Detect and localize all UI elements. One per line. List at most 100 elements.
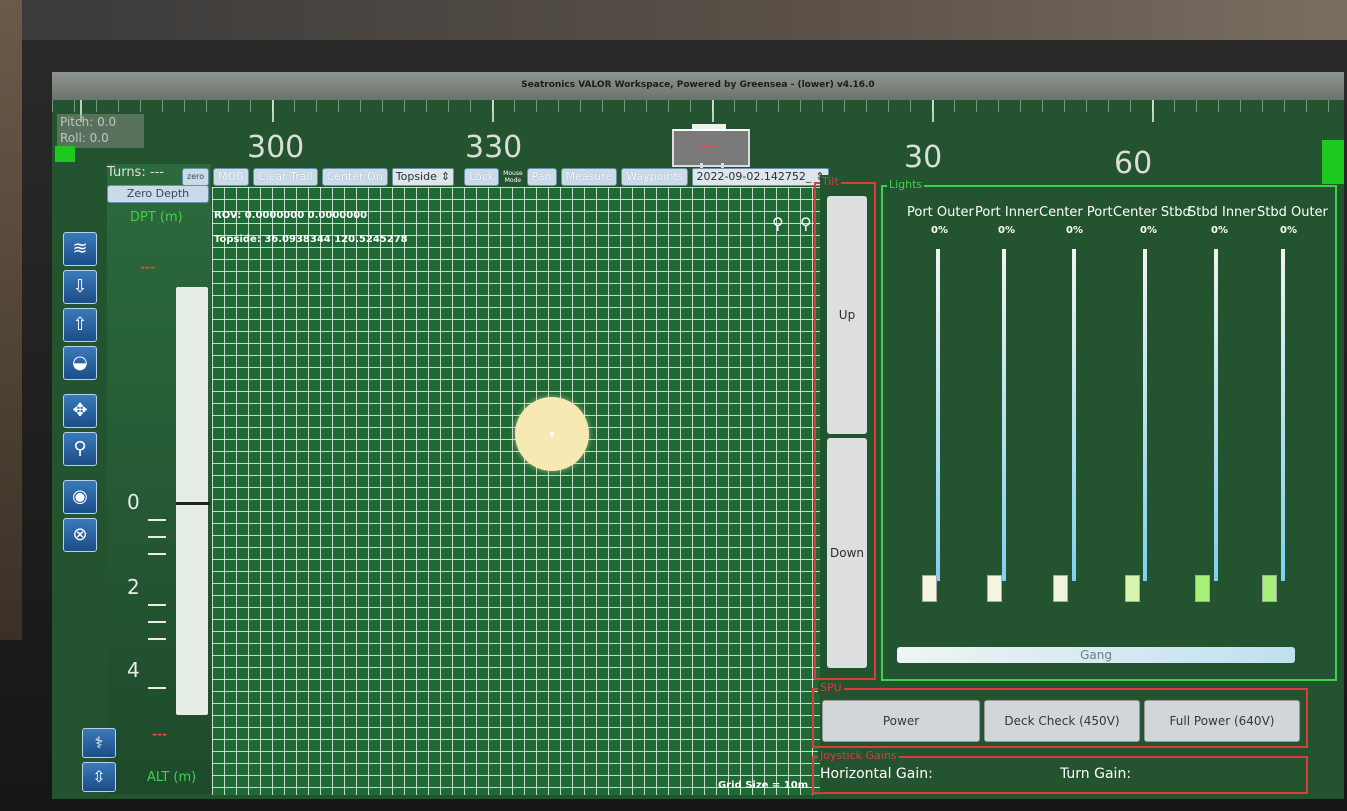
light-slider-thumb[interactable] bbox=[922, 575, 937, 602]
zero-turns-button[interactable]: zero bbox=[182, 168, 210, 186]
waypoints-button[interactable]: Waypoints bbox=[621, 168, 689, 186]
diagnostics-icon[interactable]: ⚕ bbox=[82, 728, 116, 758]
depth-tick bbox=[148, 553, 166, 555]
altitude-value: --- bbox=[152, 727, 167, 741]
hold-icon[interactable]: ◉ bbox=[63, 480, 97, 514]
tilt-group: Tilt Up Down bbox=[814, 175, 876, 680]
light-slider-track[interactable] bbox=[1002, 249, 1006, 581]
light-percent: 0% bbox=[1280, 225, 1297, 236]
background-left bbox=[0, 0, 22, 640]
depth-tick bbox=[148, 519, 166, 521]
altitude-hold-icon[interactable]: ⇧ bbox=[63, 308, 97, 342]
light-slider-thumb[interactable] bbox=[1262, 575, 1277, 602]
topside-marker[interactable] bbox=[515, 397, 589, 471]
light-name: Port Inner bbox=[975, 205, 1039, 220]
depth-scale-label: 4 bbox=[127, 658, 140, 682]
topside-position: Topside: 36.0938344 120.5245278 bbox=[214, 234, 408, 245]
lights-group: Lights Port Outer Port Inner Center Port… bbox=[881, 178, 1337, 681]
depth-scale-label: 2 bbox=[127, 575, 140, 599]
depth-tick bbox=[148, 638, 166, 640]
status-indicator-left bbox=[55, 146, 75, 162]
depth-gauge-marker bbox=[176, 502, 210, 505]
mouse-mode-label-line: Mode bbox=[504, 177, 522, 184]
compass-tick-label: 300 bbox=[247, 130, 305, 165]
depth-value: --- bbox=[140, 260, 155, 274]
joystick-gains-group: Joystick Gains Horizontal Gain: Turn Gai… bbox=[812, 749, 1308, 794]
measure-button[interactable]: Measure bbox=[560, 168, 618, 186]
heading-mode-icon[interactable]: ≋ bbox=[63, 232, 97, 266]
deck-check-button[interactable]: Deck Check (450V) bbox=[984, 700, 1140, 742]
map-toolbar: zero MOB Clear Trail Center On Topside ⇕ … bbox=[182, 168, 829, 186]
lights-label: Lights bbox=[887, 178, 925, 191]
clear-trail-button[interactable]: Clear Trail bbox=[252, 168, 318, 186]
light-slider-thumb[interactable] bbox=[1053, 575, 1068, 602]
log-file-select[interactable]: 2022-09-02.142752_⇕ bbox=[692, 168, 829, 186]
light-name: Stbd Outer bbox=[1257, 205, 1328, 220]
light-slider-track[interactable] bbox=[1281, 249, 1285, 581]
compass-tick-label: 30 bbox=[904, 140, 943, 175]
light-slider-track[interactable] bbox=[1072, 249, 1076, 581]
tilt-down-button[interactable]: Down bbox=[827, 438, 867, 668]
mob-button[interactable]: MOB bbox=[213, 168, 249, 186]
tool-icon[interactable]: ⚲ bbox=[63, 432, 97, 466]
turn-gain-label: Turn Gain: bbox=[1060, 766, 1132, 782]
light-slider-track[interactable] bbox=[936, 249, 940, 581]
spu-label: SPU bbox=[818, 681, 844, 694]
center-on-button[interactable]: Center On bbox=[321, 168, 388, 186]
mouse-mode-label-line: Mouse bbox=[503, 170, 523, 177]
tilt-label: Tilt bbox=[820, 175, 841, 188]
heading-indicator: --- bbox=[672, 129, 750, 167]
power-button[interactable]: Power bbox=[822, 700, 980, 742]
light-name: Port Outer bbox=[907, 205, 974, 220]
rov-position: ROV: 0.0000000 0.0000000 bbox=[214, 210, 368, 221]
pan-button[interactable]: Pan bbox=[526, 168, 557, 186]
horizontal-gain-label: Horizontal Gain: bbox=[820, 766, 933, 782]
depth-scale-label: 0 bbox=[127, 490, 140, 514]
zoom-in-icon[interactable]: ⚲ bbox=[772, 214, 788, 233]
depth-tick bbox=[148, 621, 166, 623]
light-name: Center Port bbox=[1039, 205, 1113, 220]
mouse-mode-label: Mouse Mode bbox=[503, 170, 522, 184]
heading-value: --- bbox=[700, 139, 717, 154]
lock-button[interactable]: Lock bbox=[464, 168, 500, 186]
compass-tick-label: 330 bbox=[465, 130, 523, 165]
light-percent: 0% bbox=[931, 225, 948, 236]
center-on-value: Topside bbox=[395, 170, 437, 183]
depth-label: DPT (m) bbox=[130, 210, 183, 225]
grid-size-label: Grid Size = 10m bbox=[718, 780, 809, 791]
light-slider-thumb[interactable] bbox=[1125, 575, 1140, 602]
turns-readout: Turns: --- bbox=[107, 165, 164, 180]
light-percent: 0% bbox=[1140, 225, 1157, 236]
pitch-roll-readout: Pitch: 0.0 Roll: 0.0 bbox=[57, 114, 144, 148]
gang-slider[interactable]: Gang bbox=[897, 647, 1295, 663]
nav-map[interactable] bbox=[212, 187, 820, 795]
status-indicator-right bbox=[1322, 140, 1344, 184]
log-file-value: 2022-09-02.142752_ bbox=[696, 170, 812, 183]
depth-hold-icon[interactable]: ⇩ bbox=[63, 270, 97, 304]
depth-gauge bbox=[176, 287, 208, 715]
camera-mode-icon[interactable]: ◒ bbox=[63, 346, 97, 380]
thruster-icon[interactable]: ⊗ bbox=[63, 518, 97, 552]
light-slider-thumb[interactable] bbox=[987, 575, 1002, 602]
joystick-gains-label: Joystick Gains bbox=[818, 749, 899, 762]
tilt-up-button[interactable]: Up bbox=[827, 196, 867, 434]
full-power-button[interactable]: Full Power (640V) bbox=[1144, 700, 1300, 742]
compass-tick-label: 60 bbox=[1114, 146, 1153, 181]
light-name: Stbd Inner bbox=[1188, 205, 1256, 220]
depth-tick bbox=[148, 687, 166, 689]
depth-tick bbox=[148, 604, 166, 606]
light-slider-track[interactable] bbox=[1214, 249, 1218, 581]
light-slider-track[interactable] bbox=[1143, 249, 1147, 581]
select-arrow-icon: ⇕ bbox=[440, 170, 451, 183]
light-slider-thumb[interactable] bbox=[1195, 575, 1210, 602]
vertical-arrows-icon[interactable]: ⇳ bbox=[82, 762, 116, 792]
background-wall bbox=[0, 0, 1347, 40]
zero-depth-button[interactable]: Zero Depth bbox=[107, 185, 209, 203]
light-percent: 0% bbox=[1211, 225, 1228, 236]
compass-major-ticks bbox=[52, 100, 1344, 122]
light-percent: 0% bbox=[998, 225, 1015, 236]
altitude-label: ALT (m) bbox=[147, 770, 197, 785]
move-icon[interactable]: ✥ bbox=[63, 394, 97, 428]
light-name: Center Stbd bbox=[1113, 205, 1191, 220]
center-on-select[interactable]: Topside ⇕ bbox=[391, 168, 455, 186]
